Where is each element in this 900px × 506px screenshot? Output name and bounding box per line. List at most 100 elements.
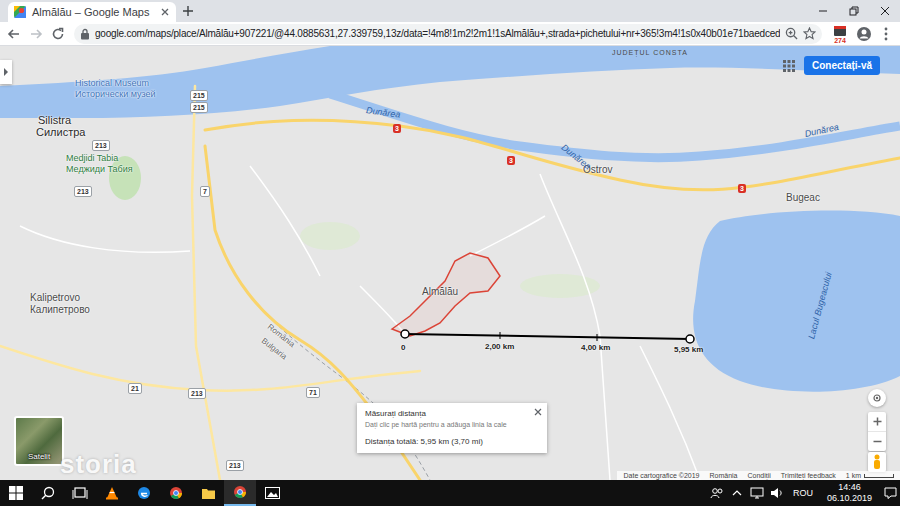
menu-button[interactable] xyxy=(876,24,896,44)
back-arrow-icon xyxy=(7,27,21,41)
chrome-button[interactable] xyxy=(160,480,192,506)
map-label: Исторически музей xyxy=(75,90,156,100)
extension-button[interactable]: 274 xyxy=(828,23,852,45)
measure-distance-popup: Măsurați distanța Dați clic pe hartă pent… xyxy=(357,403,547,453)
side-panel-toggle[interactable] xyxy=(0,60,12,84)
new-tab-button[interactable] xyxy=(176,0,200,22)
restore-button[interactable] xyxy=(838,0,869,22)
road-3 xyxy=(205,120,900,190)
extension-badge: 274 xyxy=(833,37,847,45)
map-top-controls: Conectați-vă xyxy=(782,56,880,75)
maps-favicon-icon xyxy=(14,6,26,18)
road-shield: 213 xyxy=(92,140,110,151)
chrome-icon xyxy=(169,486,183,500)
clock-date: 06.10.2019 xyxy=(827,493,872,504)
photos-icon xyxy=(265,487,280,499)
chrome-icon xyxy=(233,485,247,499)
road-shield: 3 xyxy=(393,124,401,133)
footer-link[interactable]: România xyxy=(709,472,737,479)
popup-hint: Dați clic pe hartă pentru a adăuga linia… xyxy=(365,421,539,430)
map-scale[interactable]: 1 km xyxy=(846,472,894,479)
vlc-button[interactable] xyxy=(96,480,128,506)
file-explorer-button[interactable] xyxy=(192,480,224,506)
tab-title: Almălău – Google Maps xyxy=(32,6,154,18)
search-button[interactable] xyxy=(32,480,64,506)
my-location-button[interactable] xyxy=(868,389,886,407)
lock-icon xyxy=(80,28,90,40)
network-button[interactable] xyxy=(747,480,767,506)
start-button[interactable] xyxy=(0,480,32,506)
close-icon xyxy=(880,6,890,16)
road-shield: 213 xyxy=(188,388,206,399)
map-label: JUDEȚUL CONSTA xyxy=(612,49,688,57)
map-label: Калипетрово xyxy=(30,304,90,315)
account-icon xyxy=(856,26,872,42)
forward-button[interactable] xyxy=(26,24,46,44)
footer-link[interactable]: Trimiteți feedback xyxy=(781,472,836,479)
toolbar: google.com/maps/place/Almălău+907221/@44… xyxy=(0,22,900,46)
measure-label: 5,95 km xyxy=(674,345,703,354)
map-label: Bugeac xyxy=(786,192,820,203)
reload-button[interactable] xyxy=(48,24,68,44)
close-tab-icon[interactable] xyxy=(160,7,170,17)
browser-tab[interactable]: Almălău – Google Maps xyxy=(8,2,176,22)
danube-river xyxy=(0,46,900,118)
road-shield: 215 xyxy=(190,90,208,101)
village-outline xyxy=(392,253,500,336)
zoom-out-button[interactable] xyxy=(868,431,886,451)
measure-label: 0 xyxy=(401,343,405,352)
measure-end-point[interactable] xyxy=(686,335,694,343)
map-label: Historical Museum xyxy=(75,79,149,89)
clock[interactable]: 14:4606.10.2019 xyxy=(819,482,880,504)
danube-arm xyxy=(330,94,900,158)
map-label: Силистра xyxy=(36,126,85,138)
search-icon xyxy=(41,486,55,500)
map-label: Medjidi Tabia xyxy=(66,154,118,164)
minimize-button[interactable] xyxy=(807,0,838,22)
footer-link[interactable]: Condiții xyxy=(747,472,770,479)
restore-icon xyxy=(849,6,859,16)
satellite-layer-toggle[interactable]: Satelit xyxy=(14,416,64,466)
sign-in-button[interactable]: Conectați-vă xyxy=(804,56,880,75)
back-button[interactable] xyxy=(4,24,24,44)
url-text: google.com/maps/place/Almălău+907221/@44… xyxy=(95,28,780,39)
close-icon[interactable] xyxy=(534,408,542,416)
road-shield: 215 xyxy=(190,102,208,113)
watermark: storia xyxy=(60,450,137,479)
address-bar[interactable]: google.com/maps/place/Almălău+907221/@44… xyxy=(74,24,822,44)
input-language[interactable]: ROU xyxy=(787,488,819,498)
footer-link[interactable]: Date cartografice ©2019 xyxy=(623,472,699,479)
road-shield: 3 xyxy=(507,156,515,165)
zoom-controls xyxy=(868,412,886,451)
road-shield: 71 xyxy=(306,387,320,398)
volume-button[interactable] xyxy=(767,480,787,506)
notifications-button[interactable] xyxy=(880,480,900,506)
bookmark-star-icon[interactable] xyxy=(803,27,816,40)
map-footer: Date cartografice ©2019 România Condiții Tr… xyxy=(617,471,900,480)
zoom-in-button[interactable] xyxy=(868,412,886,431)
minimize-icon xyxy=(818,6,828,16)
measure-line[interactable] xyxy=(401,330,694,343)
edge-icon xyxy=(137,486,151,500)
people-button[interactable] xyxy=(707,480,727,506)
street-view-button[interactable] xyxy=(868,452,886,472)
screen: Almălău – Google Maps google.com/maps/pla… xyxy=(0,0,900,506)
chrome-window-button[interactable] xyxy=(224,480,256,506)
photos-button[interactable] xyxy=(256,480,288,506)
expand-arrow-icon xyxy=(3,68,9,76)
map-label: Almălău xyxy=(422,286,458,297)
account-button[interactable] xyxy=(854,24,874,44)
zoom-icon[interactable] xyxy=(785,27,798,40)
close-window-button[interactable] xyxy=(869,0,900,22)
show-hidden-icons-button[interactable] xyxy=(727,480,747,506)
menu-dots-icon xyxy=(884,27,888,41)
apps-grid-icon[interactable] xyxy=(782,59,796,73)
map[interactable]: Historical MuseumИсторически музейSilist… xyxy=(0,46,900,480)
speaker-icon xyxy=(770,487,784,499)
taskbar: ROU14:4606.10.2019 xyxy=(0,480,900,506)
measure-start-point[interactable] xyxy=(401,330,409,338)
task-view-button[interactable] xyxy=(64,480,96,506)
popup-title: Măsurați distanța xyxy=(365,409,539,418)
plus-icon xyxy=(873,417,882,426)
edge-button[interactable] xyxy=(128,480,160,506)
